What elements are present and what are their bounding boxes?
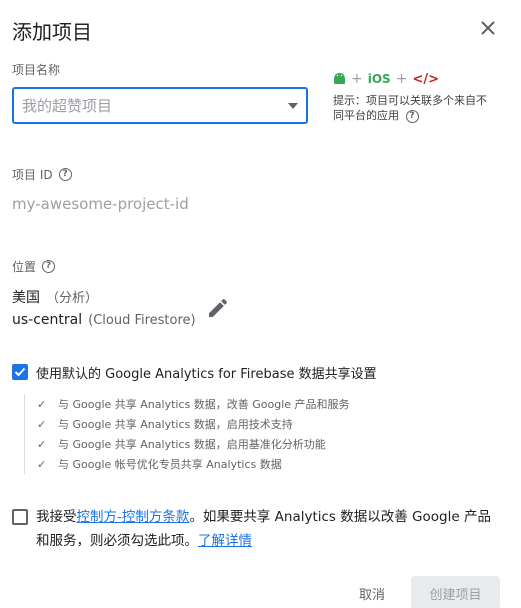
location-country-note: （分析） — [46, 291, 99, 306]
check-icon: ✓ — [37, 417, 47, 431]
close-button[interactable] — [476, 16, 500, 40]
android-icon — [334, 73, 345, 84]
terms-link[interactable]: 控制方-控制方条款 — [77, 509, 190, 525]
web-code-icon: </> — [412, 71, 439, 87]
dialog-title: 添加项目 — [12, 20, 92, 44]
location-country: 美国 — [12, 290, 40, 306]
terms-checkbox[interactable] — [12, 509, 28, 525]
check-icon: ✓ — [37, 397, 47, 411]
location-firestore: us-central (Cloud Firestore) — [12, 312, 196, 328]
location-region: us-central — [12, 312, 83, 328]
create-project-button[interactable]: 创建项目 — [411, 576, 500, 608]
project-name-input[interactable] — [22, 96, 282, 115]
list-item: ✓ 与 Google 共享 Analytics 数据，改善 Google 产品和… — [37, 394, 350, 414]
check-icon: ✓ — [37, 437, 47, 451]
location-label: 位置 ? — [12, 258, 56, 275]
terms-text: 我接受控制方-控制方条款。如果要共享 Analytics 数据以改善 Googl… — [36, 505, 500, 553]
consent-item-text: 与 Google 共享 Analytics 数据，启用技术支持 — [58, 418, 293, 431]
help-icon[interactable]: ? — [405, 109, 419, 123]
project-name-field[interactable] — [12, 87, 308, 124]
analytics-consent-list: ✓ 与 Google 共享 Analytics 数据，改善 Google 产品和… — [24, 394, 350, 474]
list-item: ✓ 与 Google 共享 Analytics 数据，启用基准化分析功能 — [37, 434, 350, 454]
analytics-default-label[interactable]: 使用默认的 Google Analytics for Firebase 数据共享… — [36, 363, 377, 382]
consent-item-text: 与 Google 帐号优化专员共享 Analytics 数据 — [58, 458, 282, 471]
project-name-label-text: 项目名称 — [12, 63, 61, 77]
consent-item-text: 与 Google 共享 Analytics 数据，启用基准化分析功能 — [58, 438, 326, 451]
location-label-text: 位置 — [12, 260, 37, 274]
list-item: ✓ 与 Google 帐号优化专员共享 Analytics 数据 — [37, 454, 350, 474]
checkmark-icon — [14, 367, 26, 377]
learn-more-link[interactable]: 了解详情 — [198, 533, 252, 549]
help-icon[interactable]: ? — [42, 260, 56, 273]
help-icon[interactable]: ? — [58, 168, 72, 181]
chevron-down-icon[interactable] — [288, 102, 298, 109]
project-name-label: 项目名称 — [12, 61, 60, 78]
location-region-note: (Cloud Firestore) — [88, 313, 196, 328]
edit-location-button[interactable] — [206, 296, 230, 320]
plus-sign: + — [395, 71, 408, 87]
cancel-button[interactable]: 取消 — [347, 578, 397, 608]
plus-sign: + — [351, 71, 363, 87]
platform-icons: + iOS + </> — [333, 71, 439, 87]
list-item: ✓ 与 Google 共享 Analytics 数据，启用技术支持 — [37, 414, 350, 434]
close-icon — [481, 21, 495, 35]
platform-tip: 提示：项目可以关联多个来自不同平台的应用 ? — [333, 93, 493, 123]
consent-item-text: 与 Google 共享 Analytics 数据，改善 Google 产品和服务 — [58, 398, 350, 411]
pencil-icon — [209, 298, 228, 317]
project-id-value[interactable]: my-awesome-project-id — [12, 195, 189, 213]
project-id-label-text: 项目 ID — [12, 168, 53, 182]
project-id-label: 项目 ID ? — [12, 166, 72, 183]
analytics-default-checkbox[interactable] — [12, 364, 28, 380]
check-icon: ✓ — [37, 457, 47, 471]
ios-icon: iOS — [367, 72, 391, 86]
terms-prefix: 我接受 — [36, 509, 77, 525]
location-analytics: 美国 （分析） — [12, 287, 98, 307]
